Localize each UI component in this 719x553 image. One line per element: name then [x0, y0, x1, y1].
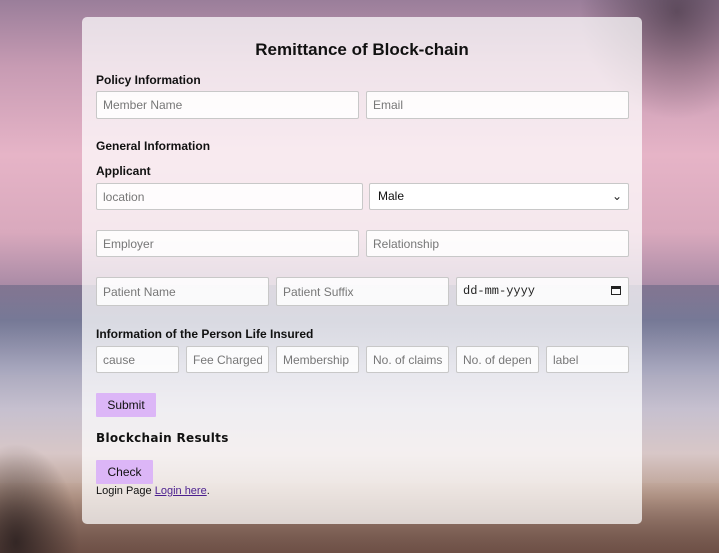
- login-text: Login Page: [96, 485, 155, 497]
- patient-suffix-input[interactable]: [276, 277, 449, 306]
- chevron-down-icon: ⌄: [611, 189, 622, 203]
- cause-input[interactable]: [96, 346, 179, 373]
- login-link[interactable]: Login here: [155, 485, 207, 497]
- remittance-form-card: Remittance of Block-chain Policy Informa…: [82, 17, 642, 524]
- fee-charged-input[interactable]: [186, 346, 269, 373]
- dependents-input[interactable]: [456, 346, 539, 373]
- member-name-input[interactable]: [96, 91, 359, 119]
- label-input[interactable]: [546, 346, 629, 373]
- page-title: Remittance of Block-chain: [255, 40, 469, 59]
- policy-information-label: Policy Information: [96, 73, 201, 87]
- gender-select-value: Male: [378, 189, 405, 203]
- employer-input[interactable]: [96, 230, 359, 257]
- date-input[interactable]: dd-mm-yyyy: [456, 277, 629, 306]
- patient-name-input[interactable]: [96, 277, 269, 306]
- login-line: Login Page Login here.: [96, 485, 210, 497]
- calendar-icon[interactable]: [611, 286, 621, 295]
- date-input-placeholder: dd-mm-yyyy: [463, 284, 536, 298]
- membership-input[interactable]: [276, 346, 359, 373]
- blockchain-results-heading: Blockchain Results: [96, 431, 229, 445]
- insured-information-label: Information of the Person Life Insured: [96, 327, 314, 341]
- check-button[interactable]: Check: [96, 460, 153, 484]
- submit-button[interactable]: Submit: [96, 393, 156, 417]
- login-suffix: .: [206, 485, 210, 497]
- relationship-input[interactable]: [366, 230, 629, 257]
- applicant-label: Applicant: [96, 164, 151, 178]
- background-palm-left: [0, 443, 80, 553]
- location-input[interactable]: [96, 183, 363, 210]
- general-information-label: General Information: [96, 139, 211, 153]
- claims-input[interactable]: [366, 346, 449, 373]
- gender-select[interactable]: Male ⌄: [369, 183, 629, 210]
- email-input[interactable]: [366, 91, 629, 119]
